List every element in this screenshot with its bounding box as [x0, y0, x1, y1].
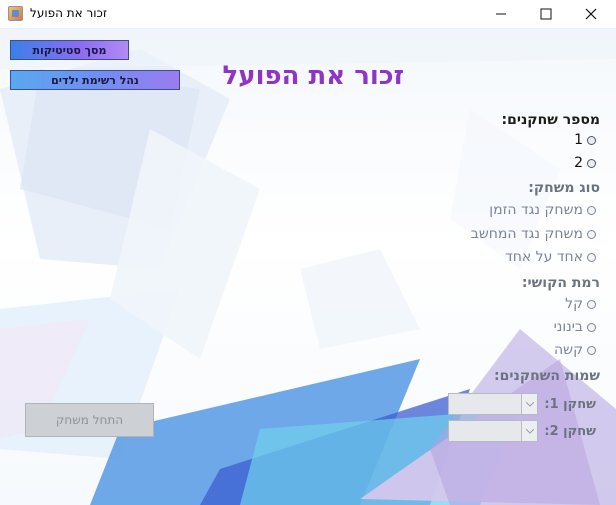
radio-icon — [587, 322, 596, 332]
chevron-down-icon[interactable] — [521, 421, 538, 441]
radio-label: קשה — [554, 342, 583, 358]
window-title: זכור את הפועל — [30, 6, 108, 20]
manage-kids-list-button[interactable]: נהל רשימת ילדים — [10, 70, 180, 90]
close-button[interactable] — [568, 0, 614, 28]
statistics-screen-button[interactable]: מסך סטיטיקות — [10, 40, 129, 60]
chevron-down-icon[interactable] — [521, 394, 538, 414]
minimize-button[interactable] — [478, 0, 524, 28]
radio-label: 1 — [574, 132, 583, 148]
radio-icon — [587, 229, 596, 239]
radio-game-one-on-one[interactable]: אחד על אחד — [505, 249, 596, 265]
radio-difficulty-hard[interactable]: קשה — [554, 342, 596, 358]
radio-players-1[interactable]: 1 — [574, 132, 596, 148]
minimize-icon — [496, 13, 506, 15]
radio-label: אחד על אחד — [505, 249, 583, 265]
maximize-icon — [540, 8, 552, 20]
player2-combobox[interactable] — [448, 420, 539, 442]
player2-row: שחקן 2: — [448, 420, 596, 442]
player1-combobox[interactable] — [448, 393, 539, 415]
player-names-label: שמות השחקנים: — [494, 368, 600, 384]
window-titlebar: זכור את הפועל — [0, 0, 616, 29]
radio-label: משחק נגד הזמן — [489, 202, 583, 218]
radio-icon — [587, 205, 596, 215]
radio-game-vs-time[interactable]: משחק נגד הזמן — [489, 202, 596, 218]
radio-icon — [587, 158, 596, 168]
maximize-button[interactable] — [523, 0, 569, 28]
players-count-label: מספר שחקנים: — [501, 112, 600, 128]
player1-row: שחקן 1: — [448, 393, 596, 415]
difficulty-label: רמת הקושי: — [521, 275, 600, 291]
start-game-button[interactable]: התחל משחק — [25, 403, 154, 437]
game-type-label: סוג משחק: — [528, 180, 600, 196]
page-title: זכור את הפועל — [222, 61, 404, 91]
radio-game-vs-computer[interactable]: משחק נגד המחשב — [471, 226, 596, 242]
radio-difficulty-medium[interactable]: בינוני — [554, 319, 596, 335]
radio-label: 2 — [574, 155, 583, 171]
radio-icon — [587, 135, 596, 145]
radio-icon — [587, 252, 596, 262]
radio-difficulty-easy[interactable]: קל — [565, 296, 596, 312]
radio-label: קל — [565, 296, 583, 312]
close-icon — [585, 8, 597, 20]
radio-players-2[interactable]: 2 — [574, 155, 596, 171]
player2-label: שחקן 2: — [544, 423, 596, 439]
radio-icon — [587, 299, 596, 309]
player1-label: שחקן 1: — [544, 396, 596, 412]
radio-label: בינוני — [553, 319, 583, 335]
radio-icon — [587, 345, 596, 355]
java-app-icon — [8, 6, 23, 21]
radio-label: משחק נגד המחשב — [470, 226, 583, 242]
content-area: מסך סטיטיקות נהל רשימת ילדים זכור את הפו… — [0, 29, 616, 505]
